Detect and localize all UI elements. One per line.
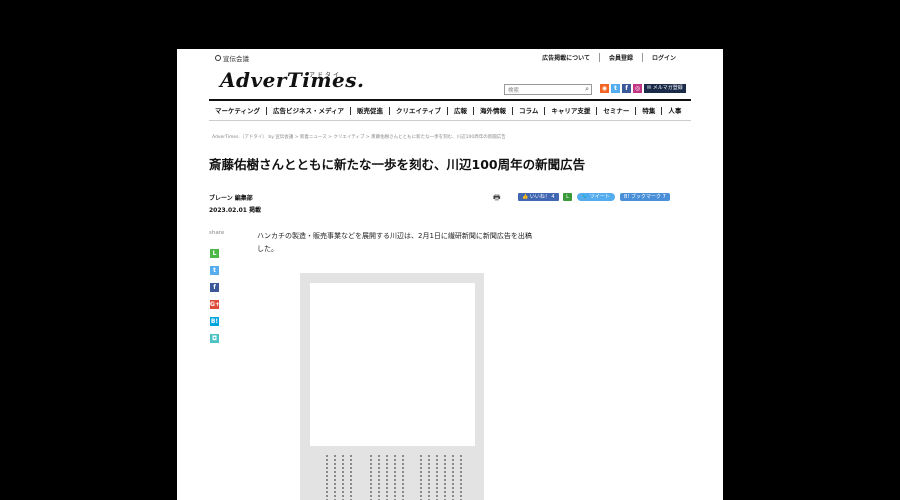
ad-vertical-text <box>386 455 388 500</box>
share-label: share <box>209 230 225 236</box>
ad-vertical-text <box>342 455 344 500</box>
nav-item-career[interactable]: キャリア支援 <box>544 106 596 115</box>
search-placeholder: 検索 <box>508 88 520 94</box>
twitter-icon[interactable]: t <box>611 84 620 93</box>
main-nav: マーケティング 広告ビジネス・メディア 販売促進 クリエイティブ 広報 海外情報… <box>209 99 691 121</box>
instagram-icon[interactable]: ◎ <box>633 84 642 93</box>
ad-vertical-text <box>350 455 352 500</box>
ad-vertical-text <box>436 455 438 500</box>
ad-vertical-text <box>402 455 404 500</box>
nav-item-creative[interactable]: クリエイティブ <box>389 106 447 115</box>
sendenkaigi-logo-icon <box>215 55 221 61</box>
facebook-share-icon[interactable]: f <box>210 283 219 292</box>
line-share-icon[interactable]: L <box>210 249 219 258</box>
nav-item-sales-promotion[interactable]: 販売促進 <box>350 106 389 115</box>
tweet-button[interactable]: 🐦 ツイート <box>577 193 615 201</box>
pocket-share-icon[interactable]: ◘ <box>210 334 219 343</box>
nav-item-feature[interactable]: 特集 <box>635 106 661 115</box>
nav-item-overseas[interactable]: 海外情報 <box>473 106 512 115</box>
ad-vertical-text <box>334 455 336 500</box>
newsletter-button[interactable]: ✉ メルマガ登録 <box>644 84 686 93</box>
ad-vertical-text <box>452 455 454 500</box>
nav-item-pr[interactable]: 広報 <box>447 106 473 115</box>
breadcrumb[interactable]: AdverTimes.（アドタイ） by 宣伝会議 > 新着ニュース > クリエ… <box>212 134 506 140</box>
article-body: ハンカチの製造・販売事業などを展開する川辺は、2月1日に繊研新聞に新聞広告を出稿… <box>257 232 532 253</box>
register-link[interactable]: 会員登録 <box>598 53 642 62</box>
top-links: 広告掲載について 会員登録 ログイン <box>533 53 685 62</box>
ad-vertical-text <box>460 455 462 500</box>
login-link[interactable]: ログイン <box>641 53 685 62</box>
line-share-button[interactable]: L <box>563 193 572 201</box>
nav-item-ad-business[interactable]: 広告ビジネス・メディア <box>265 106 350 115</box>
ad-vertical-text <box>378 455 380 500</box>
ad-info-link[interactable]: 広告掲載について <box>533 53 599 62</box>
hatena-bookmark-button[interactable]: B! ブックマーク 7 <box>620 193 670 201</box>
ad-vertical-text <box>420 455 422 500</box>
nav-item-column[interactable]: コラム <box>512 106 544 115</box>
twitter-share-icon[interactable]: t <box>210 266 219 275</box>
article-date: 2023.02.01 掲載 <box>209 207 262 214</box>
site-logo-kana: アドタイ <box>309 72 342 79</box>
page: 宣伝会議 広告掲載について 会員登録 ログイン AdverTimes. アドタイ… <box>177 49 723 500</box>
sendenkaigi-label: 宣伝会議 <box>223 55 249 63</box>
search-icon[interactable]: ⌕ <box>585 85 589 94</box>
nav-item-seminar[interactable]: セミナー <box>596 106 635 115</box>
ad-blank-area <box>310 283 475 446</box>
newspaper-ad-image <box>300 273 484 500</box>
hatena-share-icon[interactable]: B! <box>210 317 219 326</box>
article-author[interactable]: ブレーン 編集部 <box>209 193 253 202</box>
ad-vertical-text <box>326 455 328 500</box>
ad-vertical-text <box>428 455 430 500</box>
ad-vertical-text <box>370 455 372 500</box>
social-links: ◉ t f ◎ <box>600 84 642 93</box>
nav-item-hr[interactable]: 人事 <box>661 106 687 115</box>
facebook-like-button[interactable]: 👍 いいね！ 4 <box>518 193 559 201</box>
top-bar: 宣伝会議 広告掲載について 会員登録 ログイン <box>177 49 723 67</box>
ad-vertical-text <box>394 455 396 500</box>
nav-item-marketing[interactable]: マーケティング <box>209 107 266 115</box>
google-plus-share-icon[interactable]: G+ <box>210 300 220 309</box>
facebook-icon[interactable]: f <box>622 84 631 93</box>
ad-vertical-text <box>444 455 446 500</box>
sendenkaigi-link[interactable]: 宣伝会議 <box>215 53 249 63</box>
rss-icon[interactable]: ◉ <box>600 84 609 93</box>
article-title: 斎藤佑樹さんとともに新たな一歩を刻む、川辺100周年の新聞広告 <box>209 157 586 172</box>
site-logo[interactable]: AdverTimes. <box>220 68 364 92</box>
search-input[interactable]: 検索 ⌕ <box>504 84 592 95</box>
print-icon[interactable]: 🖶 <box>493 194 501 202</box>
